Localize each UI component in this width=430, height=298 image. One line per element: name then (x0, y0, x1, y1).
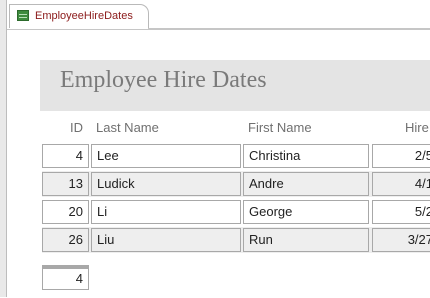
report-view: Employee Hire Dates ID Last Name First N… (7, 29, 430, 298)
cell-last-name[interactable]: Liu (91, 228, 241, 252)
access-window: EmployeeHireDates Employee Hire Dates ID… (0, 0, 430, 298)
cell-first-name[interactable]: Christina (243, 144, 369, 168)
document-tab-strip: EmployeeHireDates (7, 0, 430, 30)
navigation-pane-edge[interactable] (0, 0, 7, 297)
column-header-last-name[interactable]: Last Name (96, 120, 159, 135)
report-header: Employee Hire Dates (40, 60, 430, 111)
tab-employee-hire-dates[interactable]: EmployeeHireDates (9, 4, 149, 28)
table-row[interactable]: 13 Ludick Andre 4/1 (42, 171, 430, 197)
cell-hire-date[interactable]: 3/27 (372, 228, 430, 252)
column-header-id[interactable]: ID (70, 120, 83, 135)
cell-id[interactable]: 26 (42, 228, 89, 252)
table-row[interactable]: 20 Li George 5/2 (42, 199, 430, 225)
cell-last-name[interactable]: Ludick (91, 172, 241, 196)
tab-label: EmployeeHireDates (35, 10, 133, 22)
cell-id[interactable]: 20 (42, 200, 89, 224)
cell-hire-date[interactable]: 5/2 (372, 200, 430, 224)
cell-last-name[interactable]: Lee (91, 144, 241, 168)
column-header-hire-date[interactable]: Hire (405, 120, 429, 135)
cell-id[interactable]: 13 (42, 172, 89, 196)
cell-first-name[interactable]: George (243, 200, 369, 224)
cell-first-name[interactable]: Andre (243, 172, 369, 196)
table-row[interactable]: 26 Liu Run 3/27 (42, 227, 430, 253)
cell-hire-date[interactable]: 4/1 (372, 172, 430, 196)
cell-id[interactable]: 4 (42, 144, 89, 168)
report-title[interactable]: Employee Hire Dates (60, 67, 267, 94)
column-header-first-name[interactable]: First Name (248, 120, 312, 135)
cell-last-name[interactable]: Li (91, 200, 241, 224)
cell-first-name[interactable]: Run (243, 228, 369, 252)
table-row[interactable]: 4 Lee Christina 2/5 (42, 143, 430, 169)
record-count[interactable]: 4 (42, 268, 89, 290)
cell-hire-date[interactable]: 2/5 (372, 144, 430, 168)
report-icon (17, 10, 29, 21)
